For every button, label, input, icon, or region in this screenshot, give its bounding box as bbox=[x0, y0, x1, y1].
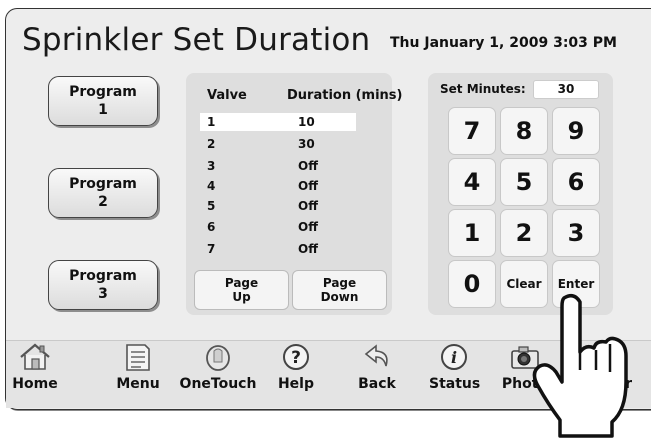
key-6[interactable]: 6 bbox=[552, 158, 600, 206]
menu-button[interactable]: Menu bbox=[112, 342, 164, 404]
menu-label: Menu bbox=[116, 376, 160, 392]
valve-cell: 6 bbox=[207, 220, 216, 234]
key-0[interactable]: 0 bbox=[448, 260, 496, 308]
pointing-hand-icon bbox=[532, 294, 628, 438]
page-title: Sprinkler Set Duration bbox=[22, 22, 371, 58]
date-time-display: Thu January 1, 2009 3:03 PM bbox=[390, 35, 617, 51]
onetouch-icon bbox=[206, 345, 230, 371]
table-row[interactable]: 3 Off bbox=[200, 157, 356, 175]
svg-text:?: ? bbox=[291, 348, 301, 368]
program-button-number: 3 bbox=[98, 286, 108, 302]
menu-icon bbox=[126, 344, 150, 371]
table-row[interactable]: 2 30 bbox=[200, 135, 356, 153]
svg-text:i: i bbox=[451, 348, 457, 367]
set-minutes-label: Set Minutes: bbox=[440, 82, 526, 96]
table-row[interactable]: 7 Off bbox=[200, 240, 356, 258]
key-7[interactable]: 7 bbox=[448, 107, 496, 155]
key-2[interactable]: 2 bbox=[500, 209, 548, 257]
duration-cell: Off bbox=[298, 159, 318, 173]
table-row[interactable]: 5 Off bbox=[200, 197, 356, 215]
program-1-button[interactable]: Program 1 bbox=[48, 76, 158, 126]
program-button-number: 2 bbox=[98, 194, 108, 210]
home-icon bbox=[20, 343, 50, 370]
program-2-button[interactable]: Program 2 bbox=[48, 168, 158, 218]
page-up-label-2: Up bbox=[232, 290, 251, 304]
valve-column-header: Valve bbox=[207, 88, 247, 103]
page-down-button[interactable]: Page Down bbox=[292, 270, 387, 310]
valve-cell: 1 bbox=[207, 115, 216, 129]
valve-cell: 3 bbox=[207, 159, 216, 173]
onetouch-button[interactable]: OneTouch bbox=[177, 342, 259, 404]
valve-cell: 7 bbox=[207, 242, 216, 256]
key-8[interactable]: 8 bbox=[500, 107, 548, 155]
duration-cell: Off bbox=[298, 199, 318, 213]
back-arrow-icon bbox=[364, 344, 388, 367]
table-row[interactable]: 6 Off bbox=[200, 218, 356, 236]
back-button[interactable]: Back bbox=[355, 342, 399, 404]
table-row[interactable]: 4 Off bbox=[200, 177, 356, 195]
info-icon: i bbox=[441, 344, 467, 370]
page-up-button[interactable]: Page Up bbox=[194, 270, 289, 310]
program-button-label: Program bbox=[69, 84, 137, 100]
program-3-button[interactable]: Program 3 bbox=[48, 260, 158, 310]
duration-column-header: Duration (mins) bbox=[287, 88, 403, 103]
page-up-label: Page bbox=[224, 276, 259, 290]
help-button[interactable]: ? Help bbox=[276, 342, 316, 404]
duration-cell: Off bbox=[298, 179, 318, 193]
program-button-number: 1 bbox=[98, 102, 108, 118]
valve-cell: 4 bbox=[207, 179, 216, 193]
key-4[interactable]: 4 bbox=[448, 158, 496, 206]
help-label: Help bbox=[277, 376, 315, 392]
help-icon: ? bbox=[283, 344, 309, 370]
duration-cell: 10 bbox=[298, 115, 315, 129]
valve-cell: 2 bbox=[207, 137, 216, 151]
status-label: Status bbox=[429, 376, 481, 392]
key-5[interactable]: 5 bbox=[500, 158, 548, 206]
valve-cell: 5 bbox=[207, 199, 216, 213]
duration-cell: Off bbox=[298, 220, 318, 234]
program-button-label: Program bbox=[69, 176, 137, 192]
duration-cell: 30 bbox=[298, 137, 315, 151]
key-1[interactable]: 1 bbox=[448, 209, 496, 257]
key-3[interactable]: 3 bbox=[552, 209, 600, 257]
duration-cell: Off bbox=[298, 242, 318, 256]
page-down-label-2: Down bbox=[320, 290, 359, 304]
key-9[interactable]: 9 bbox=[552, 107, 600, 155]
program-button-label: Program bbox=[69, 268, 137, 284]
table-row[interactable]: 1 10 bbox=[200, 113, 356, 131]
home-button[interactable]: Home bbox=[10, 342, 60, 404]
back-label: Back bbox=[358, 376, 396, 392]
onetouch-label: OneTouch bbox=[179, 376, 257, 392]
status-button[interactable]: i Status bbox=[429, 342, 481, 404]
home-label: Home bbox=[12, 376, 58, 392]
page-down-label: Page bbox=[322, 276, 357, 290]
set-minutes-field[interactable]: 30 bbox=[533, 80, 599, 99]
